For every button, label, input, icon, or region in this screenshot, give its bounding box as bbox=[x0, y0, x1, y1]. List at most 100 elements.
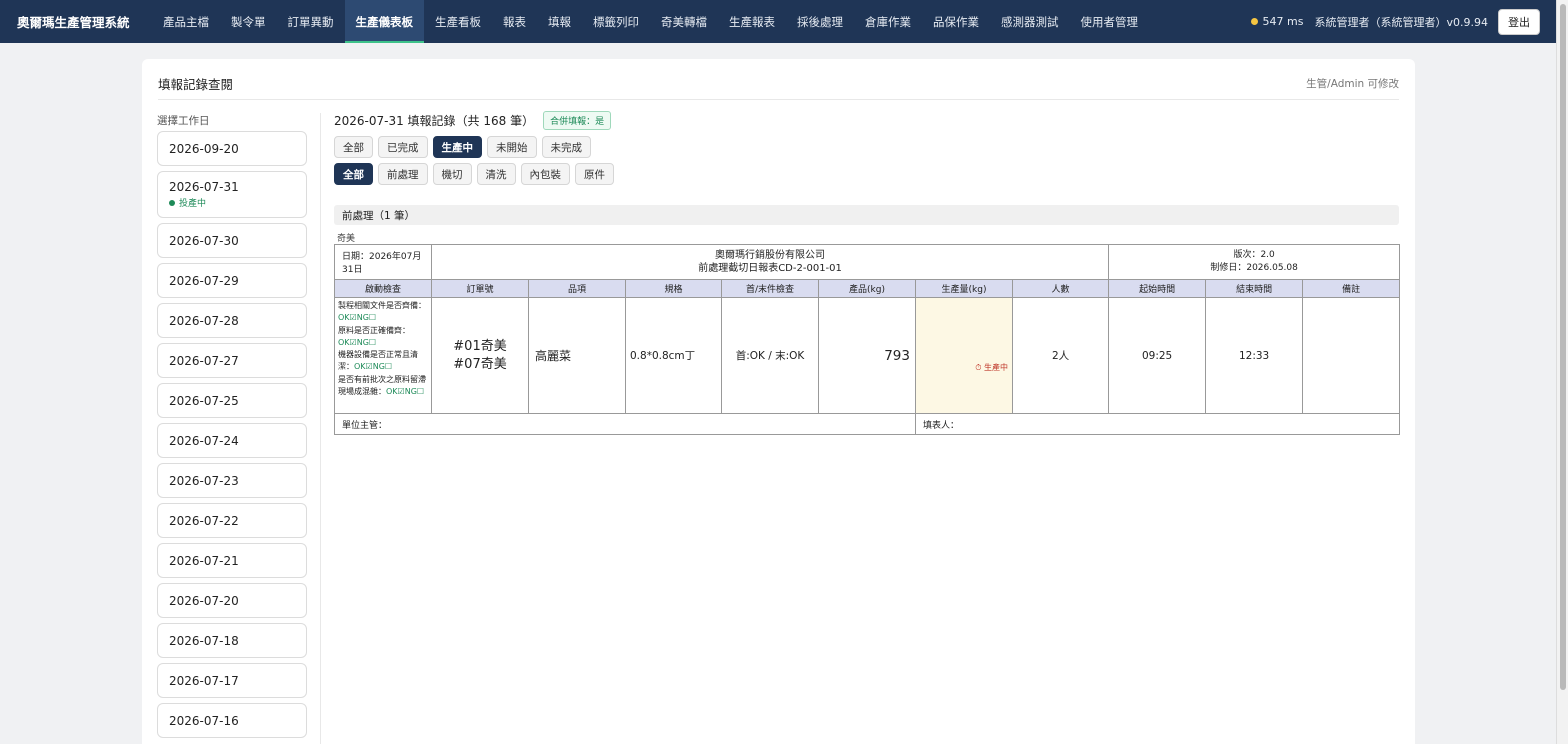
nav-item[interactable]: 訂單異動 bbox=[277, 0, 345, 43]
company-name: 奧爾瑪行銷股份有限公司 bbox=[715, 250, 826, 261]
process-filter-button[interactable]: 清洗 bbox=[476, 163, 516, 185]
inspection-cell: 首:OK / 末:OK bbox=[721, 297, 819, 414]
check-item: 是否有前批次之原料留滯現場成混雜：OK☑NG☐ bbox=[338, 374, 428, 399]
nav-item[interactable]: 產品主檔 bbox=[152, 0, 220, 43]
report-date: 日期：2026年07月31日 bbox=[334, 244, 432, 280]
supervisor-signature: 單位主管： bbox=[334, 413, 916, 435]
nav-item[interactable]: 倉庫作業 bbox=[854, 0, 922, 43]
start-time-cell: 09:25 bbox=[1108, 297, 1207, 414]
merge-badge: 合併填報：是 bbox=[543, 110, 612, 130]
workday-label: 選擇工作日 bbox=[157, 115, 210, 127]
nav-item[interactable]: 填報 bbox=[537, 0, 582, 43]
section-header: 前處理（1 筆） bbox=[334, 205, 1399, 225]
nav-item[interactable]: 生產看板 bbox=[424, 0, 492, 43]
column-header: 首/末件檢查 bbox=[721, 279, 819, 298]
nav-item[interactable]: 生產報表 bbox=[718, 0, 786, 43]
workday-date: 2026-07-29 bbox=[169, 273, 239, 288]
workday-date: 2026-07-22 bbox=[169, 513, 239, 528]
nav-item[interactable]: 使用者管理 bbox=[1070, 0, 1150, 43]
check-item-result: OK☑NG☐ bbox=[338, 313, 377, 323]
signature-row: 單位主管： 填表人： bbox=[334, 413, 1401, 435]
user-area: 547 ms 系統管理者（系統管理者）v0.9.94 登出 bbox=[1250, 0, 1540, 43]
process-filter-button[interactable]: 內包裝 bbox=[520, 163, 570, 185]
spec-cell: 0.8*0.8cm丁 bbox=[625, 297, 722, 414]
process-filter-group: 全部 前處理 機切 清洗 內包裝 原件 bbox=[334, 163, 1399, 185]
column-header: 產品(kg) bbox=[818, 279, 916, 298]
workday-item[interactable]: 2026-07-21 bbox=[157, 543, 307, 578]
workday-item[interactable]: 2026-07-31 投產中 bbox=[157, 171, 307, 218]
workday-item[interactable]: 2026-07-25 bbox=[157, 383, 307, 418]
check-item-result: OK☑NG☐ bbox=[386, 387, 425, 397]
customer-label: 奇美 bbox=[337, 234, 356, 244]
workday-date: 2026-07-17 bbox=[169, 673, 239, 688]
workday-item[interactable]: 2026-07-28 bbox=[157, 303, 307, 338]
status-filter-button[interactable]: 未完成 bbox=[541, 136, 591, 158]
check-item: 原料是否正確備齊： OK☑NG☐ bbox=[338, 325, 428, 350]
nav-item[interactable]: 感測器測試 bbox=[990, 0, 1070, 43]
output-kg-cell[interactable]: ⏱ 生產中 bbox=[915, 297, 1013, 414]
workday-item[interactable]: 2026-07-24 bbox=[157, 423, 307, 458]
people-cell: 2人 bbox=[1011, 297, 1110, 414]
nav-item[interactable]: 報表 bbox=[492, 0, 537, 43]
process-filter-button[interactable]: 全部 bbox=[334, 163, 373, 185]
workday-item[interactable]: 2026-07-18 bbox=[157, 623, 307, 658]
workday-date: 2026-07-27 bbox=[169, 353, 239, 368]
status-filter-button[interactable]: 生產中 bbox=[432, 136, 482, 158]
nav-item[interactable]: 奇美轉檔 bbox=[650, 0, 718, 43]
status-filter-button[interactable]: 全部 bbox=[334, 136, 373, 158]
sidebar-divider bbox=[320, 113, 321, 744]
workday-date: 2026-07-30 bbox=[169, 233, 239, 248]
producing-status: ⏱ 生產中 bbox=[975, 363, 1008, 372]
form-name: 前處理截切日報表CD-2-001-01 bbox=[698, 263, 842, 274]
records-card: 填報記錄查閱 生管/Admin 可修改 選擇工作日 2026-09-20 2026… bbox=[142, 59, 1415, 744]
page-scrollbar-thumb[interactable] bbox=[1560, 4, 1566, 690]
report-table: 日期：2026年07月31日 奧爾瑪行銷股份有限公司 前處理截切日報表CD-2-… bbox=[334, 244, 1401, 435]
filler-signature: 填表人： bbox=[914, 413, 1401, 435]
nav-item[interactable]: 製令單 bbox=[220, 0, 277, 43]
workday-item[interactable]: 2026-07-22 bbox=[157, 503, 307, 538]
workday-item[interactable]: 2026-07-17 bbox=[157, 663, 307, 698]
check-item-text: 原料是否正確備齊： bbox=[338, 325, 410, 335]
check-item-text: 製程相關文件是否齊備： bbox=[338, 301, 426, 310]
workday-item[interactable]: 2026-07-30 bbox=[157, 223, 307, 258]
table-row[interactable]: 製程相關文件是否齊備：OK☑NG☐ 原料是否正確備齊：OK☑NG☐ 機器設備是否正常… bbox=[334, 297, 1401, 414]
page-scrollbar[interactable] bbox=[1556, 0, 1568, 744]
status-filter-button[interactable]: 已完成 bbox=[378, 136, 428, 158]
nav-item[interactable]: 標籤列印 bbox=[582, 0, 650, 43]
column-header: 備註 bbox=[1302, 279, 1401, 298]
nav-item[interactable]: 生產儀表板 bbox=[344, 0, 424, 43]
process-filter-button[interactable]: 前處理 bbox=[378, 163, 428, 185]
workday-item[interactable]: 2026-09-20 bbox=[157, 131, 307, 166]
workday-item[interactable]: 2026-07-23 bbox=[157, 463, 307, 498]
status-filter-button[interactable]: 未開始 bbox=[487, 136, 537, 158]
report-header-row: 日期：2026年07月31日 奧爾瑪行銷股份有限公司 前處理截切日報表CD-2-… bbox=[334, 244, 1401, 280]
workday-date: 2026-07-20 bbox=[169, 593, 239, 608]
title-divider bbox=[158, 99, 1399, 100]
nav-item[interactable]: 採後處理 bbox=[786, 0, 854, 43]
process-filter-button[interactable]: 原件 bbox=[575, 163, 614, 185]
item-cell: 高麗菜 bbox=[528, 297, 626, 414]
column-header: 結束時間 bbox=[1205, 279, 1304, 298]
form-revised-date: 制修日：2026.05.08 bbox=[1210, 263, 1298, 273]
column-header: 生產量(kg) bbox=[915, 279, 1013, 298]
workday-date: 2026-09-20 bbox=[169, 141, 239, 156]
workday-item[interactable]: 2026-07-27 bbox=[157, 343, 307, 378]
workday-item[interactable]: 2026-07-29 bbox=[157, 263, 307, 298]
startup-check-cell: 製程相關文件是否齊備：OK☑NG☐ 原料是否正確備齊：OK☑NG☐ 機器設備是否正常… bbox=[334, 297, 432, 414]
workday-date: 2026-07-21 bbox=[169, 553, 239, 568]
process-filter-button[interactable]: 機切 bbox=[432, 163, 472, 185]
workday-item[interactable]: 2026-07-16 bbox=[157, 703, 307, 738]
column-header: 起始時間 bbox=[1108, 279, 1207, 298]
latency-readout: 547 ms bbox=[1262, 15, 1304, 28]
workday-date: 2026-07-18 bbox=[169, 633, 239, 648]
column-header-row: 啟動檢查 訂單號 品項 規格 首/末件檢查 產品(kg) 生產量(kg) 人數 起始時間 結束時間… bbox=[334, 279, 1401, 298]
workday-item[interactable]: 2026-07-20 bbox=[157, 583, 307, 618]
nav-item[interactable]: 品保作業 bbox=[922, 0, 990, 43]
records-header: 2026-07-31 填報記錄（共 168 筆） 合併填報：是 bbox=[334, 110, 1399, 130]
workday-date: 2026-07-25 bbox=[169, 393, 239, 408]
top-navbar: 奧爾瑪生產管理系統 產品主檔 製令單 訂單異動 生產儀表板 生產看板 報表 填報 標籤列印 奇美… bbox=[0, 0, 1556, 43]
form-version: 版次：2.0 bbox=[1233, 250, 1275, 260]
app-title: 奧爾瑪生產管理系統 bbox=[17, 15, 130, 30]
check-item: 製程相關文件是否齊備： OK☑NG☐ bbox=[338, 300, 428, 325]
logout-button[interactable]: 登出 bbox=[1498, 8, 1540, 35]
